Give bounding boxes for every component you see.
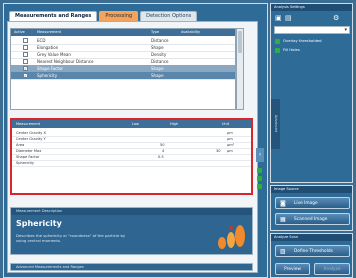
tab-processing[interactable]: Processing	[99, 11, 139, 21]
active-checkbox[interactable]	[23, 52, 28, 57]
col-active[interactable]: Active	[14, 29, 25, 36]
option-checkbox[interactable]	[275, 48, 280, 53]
valid-status-icon	[257, 184, 262, 189]
measurement-type: Distance	[151, 59, 169, 64]
measurement-type: Shape	[151, 73, 164, 78]
measurement-name: Shape Factor	[37, 66, 64, 71]
chevron-down-icon: ▾	[344, 27, 347, 33]
col-availability[interactable]: Availability	[181, 29, 200, 36]
col-low[interactable]: Low	[132, 120, 139, 128]
measurement-type: Shape	[151, 66, 164, 71]
list-item-selected[interactable]: Sphericity Shape	[11, 72, 235, 80]
tab-bar: Measurements and Ranges Processing Detec…	[9, 11, 198, 21]
description-text: Describes the sphericity or "roundness" …	[16, 233, 126, 243]
description-title: Sphericity	[16, 219, 62, 228]
define-thresholds-button[interactable]: ▨ Define Thresholds	[275, 245, 350, 257]
analyze-scan-panel: Analyze Scan ▨ Define Thresholds Preview…	[270, 233, 353, 278]
description-header: Measurement Description	[11, 208, 252, 215]
measurement-list: Active Measurement Type Availability ECD…	[10, 28, 236, 110]
measurement-name: Elongation	[37, 45, 59, 50]
preview-button[interactable]: Preview	[275, 263, 310, 275]
camera-icon: ◙	[280, 200, 286, 207]
active-checkbox[interactable]	[23, 65, 28, 72]
chevron-left-icon[interactable]: ‹	[256, 148, 264, 162]
analysis-settings-panel: Analysis Settings ▣ ▤ ⚙ ▾ Overlay thresh…	[270, 3, 353, 183]
define-thresholds-label: Define Thresholds	[294, 249, 333, 254]
settings-dropdown[interactable]: ▾	[274, 26, 350, 34]
tab-measurements-ranges[interactable]: Measurements and Ranges	[9, 11, 98, 21]
option-checkbox[interactable]	[275, 39, 280, 44]
analyze-button[interactable]: Analyze	[314, 263, 350, 275]
valid-status-icon	[257, 168, 262, 173]
threshold-icon: ▨	[280, 248, 286, 255]
col-unit[interactable]: Unit	[222, 120, 229, 128]
measurement-name: ECD	[37, 38, 46, 43]
folder-icon[interactable]: ▤	[285, 14, 292, 22]
image-source-panel: Image Source ◙ Live Image ▦ Scanned Imag…	[270, 185, 353, 231]
col-type[interactable]: Type	[151, 29, 159, 36]
range-name: Sphericity	[16, 161, 35, 165]
col-measurement[interactable]: Measurement	[16, 120, 40, 128]
scanned-image-label: Scanned Image	[294, 217, 328, 222]
measurement-name: Nearest Neighbour Distance	[37, 59, 94, 64]
option-overlay-label: Overlay thresholded	[283, 38, 322, 43]
advanced-measurements-expander[interactable]: Advanced Measurements and Ranges	[10, 263, 253, 271]
sphericity-illustration-icon	[218, 225, 245, 249]
measurement-name: Sphericity	[37, 73, 58, 78]
image-source-header: Image Source	[271, 186, 352, 193]
active-checkbox[interactable]	[23, 38, 28, 43]
analyze-header: Analyze Scan	[271, 234, 352, 241]
advanced-side-tab[interactable]: Advanced	[271, 99, 280, 149]
measurement-type: Density	[151, 52, 167, 57]
gear-icon[interactable]: ⚙	[333, 14, 339, 22]
scan-icon: ▦	[280, 216, 286, 223]
live-image-button[interactable]: ◙ Live Image	[275, 197, 350, 209]
range-table: Measurement Low High Unit Center Gravity…	[10, 118, 253, 195]
valid-status-icon	[257, 176, 262, 181]
range-table-header: Measurement Low High Unit	[12, 120, 251, 128]
live-image-label: Live Image	[294, 201, 318, 206]
col-high[interactable]: High	[170, 120, 178, 128]
scanned-image-button[interactable]: ▦ Scanned Image	[275, 213, 350, 225]
save-icon[interactable]: ▣	[275, 14, 282, 22]
measurement-list-scrollbar[interactable]	[236, 28, 244, 110]
measurement-type: Distance	[151, 38, 169, 43]
col-measurement[interactable]: Measurement	[37, 29, 61, 36]
measurement-type: Shape	[151, 45, 164, 50]
tab-detection-options[interactable]: Detection Options	[140, 11, 198, 21]
measurement-description: Measurement Description Sphericity Descr…	[10, 207, 253, 255]
active-checkbox[interactable]	[23, 59, 28, 64]
active-checkbox[interactable]	[23, 72, 28, 79]
measurement-name: Grey Value Mean	[37, 52, 71, 57]
measurement-list-header: Active Measurement Type Availability	[11, 29, 235, 36]
right-sidebar: Analysis Settings ▣ ▤ ⚙ ▾ Overlay thresh…	[270, 3, 353, 278]
scrollbar-thumb[interactable]	[238, 31, 242, 53]
settings-header: Analysis Settings	[271, 4, 352, 11]
option-fill-holes-label: Fill Holes	[283, 47, 300, 52]
active-checkbox[interactable]	[23, 45, 28, 50]
table-row[interactable]: Sphericity	[12, 160, 251, 167]
